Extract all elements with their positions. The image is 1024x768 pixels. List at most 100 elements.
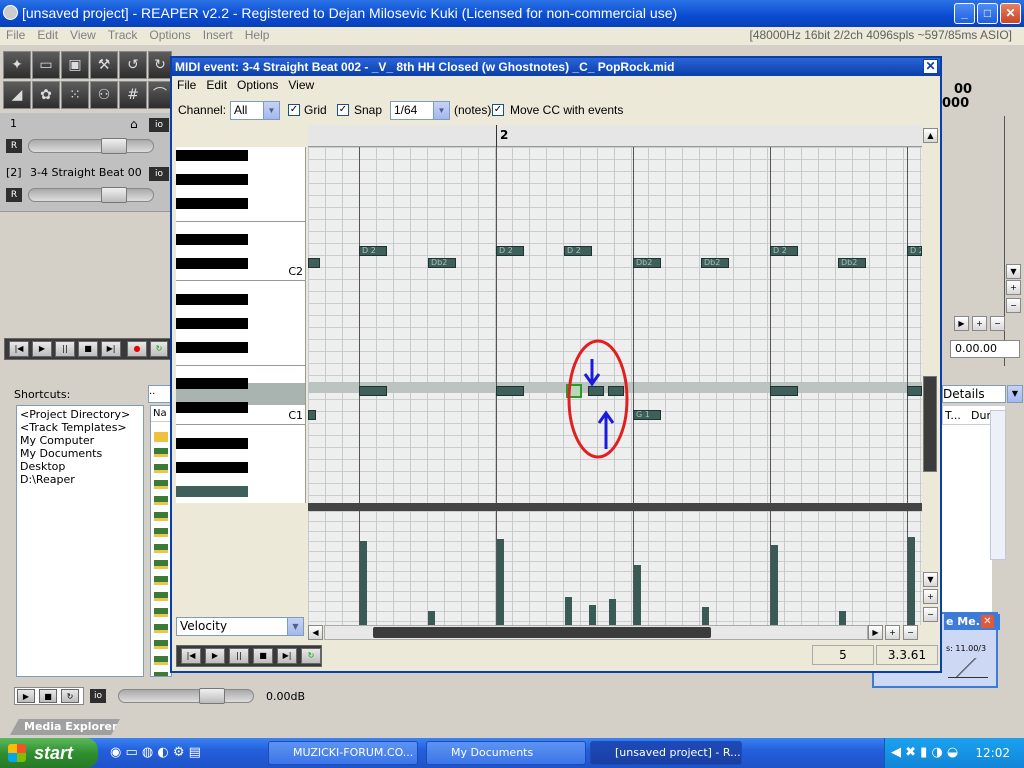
- view-mode-combo[interactable]: Details ▼: [942, 385, 1023, 403]
- black-key[interactable]: [176, 462, 248, 473]
- black-key[interactable]: [176, 258, 248, 269]
- velocity-bar[interactable]: [589, 605, 596, 625]
- snap-division-select[interactable]: 1/64 ▼: [390, 101, 450, 120]
- velocity-bar[interactable]: [609, 599, 616, 625]
- minimize-button[interactable]: _: [954, 3, 975, 24]
- slider-knob[interactable]: [101, 187, 127, 203]
- track-header-1[interactable]: 1 ⌂ io R: [0, 113, 172, 165]
- menu-options[interactable]: Options: [143, 27, 196, 44]
- menu-help[interactable]: Help: [239, 27, 276, 44]
- preview-play-button[interactable]: ▶: [17, 689, 35, 703]
- preview-volume-slider[interactable]: [118, 688, 254, 704]
- snap-icon[interactable]: ⌒: [148, 81, 172, 109]
- black-key[interactable]: [176, 402, 248, 413]
- midi-note[interactable]: Db2: [838, 258, 866, 268]
- close-button[interactable]: ✕: [1000, 3, 1021, 24]
- pause-button[interactable]: ||: [55, 341, 75, 357]
- chevron-down-icon[interactable]: ▼: [1007, 385, 1023, 403]
- midi-note[interactable]: [308, 410, 316, 420]
- midi-note[interactable]: D 2: [907, 246, 922, 256]
- close-icon[interactable]: ✕: [923, 59, 938, 74]
- new-project-icon[interactable]: ✦: [3, 51, 31, 79]
- black-key[interactable]: [176, 234, 248, 245]
- main-title-bar[interactable]: [unsaved project] - REAPER v2.2 - Regist…: [0, 0, 1024, 27]
- midi-menu-edit[interactable]: Edit: [201, 76, 232, 94]
- midi-note[interactable]: [770, 386, 798, 396]
- list-item[interactable]: <Project Directory>: [20, 408, 140, 421]
- scroll-right-button[interactable]: ▶: [954, 316, 969, 331]
- zoom-in-h-button[interactable]: +: [972, 316, 987, 331]
- scroll-down-button[interactable]: ▼: [1006, 264, 1021, 279]
- play-button[interactable]: ▶: [32, 341, 52, 357]
- midi-note[interactable]: [308, 258, 320, 268]
- menu-track[interactable]: Track: [102, 27, 144, 44]
- midi-note[interactable]: D 2: [770, 246, 798, 256]
- track-io-button[interactable]: io: [149, 118, 169, 132]
- clock[interactable]: 12:02: [975, 746, 1010, 760]
- close-icon[interactable]: ✕: [981, 615, 994, 628]
- preview-stop-button[interactable]: ■: [39, 689, 57, 703]
- midi-loop-button[interactable]: ↻: [301, 648, 321, 664]
- midi-note[interactable]: D 2: [564, 246, 592, 256]
- velocity-bar[interactable]: [428, 611, 435, 625]
- stop-button[interactable]: ■: [78, 341, 98, 357]
- snap-checkbox[interactable]: ✓: [337, 104, 349, 116]
- midi-note[interactable]: [496, 386, 524, 396]
- black-key[interactable]: [176, 318, 248, 329]
- active-key[interactable]: [176, 486, 248, 497]
- midi-menu-options[interactable]: Options: [232, 76, 283, 94]
- menu-insert[interactable]: Insert: [197, 27, 239, 44]
- midi-go-end-button[interactable]: ▶|: [277, 648, 297, 664]
- track-header-2[interactable]: [2] 3-4 Straight Beat 00 io R: [0, 160, 172, 212]
- channel-select[interactable]: All ▼: [230, 101, 280, 120]
- menu-file[interactable]: File: [0, 27, 31, 44]
- slider-knob[interactable]: [101, 138, 127, 154]
- velocity-bar[interactable]: [702, 607, 709, 625]
- velocity-bar[interactable]: [634, 565, 641, 625]
- list-item[interactable]: Desktop: [20, 460, 140, 473]
- lane-divider[interactable]: [308, 503, 922, 511]
- black-key[interactable]: [176, 342, 248, 353]
- column-type[interactable]: T...: [943, 409, 961, 422]
- task-my-documents[interactable]: My Documents: [426, 741, 586, 765]
- go-end-button[interactable]: ▶|: [101, 341, 121, 357]
- midi-note[interactable]: Db2: [633, 258, 661, 268]
- midi-pause-button[interactable]: ||: [229, 648, 249, 664]
- routing-icon[interactable]: ⚇: [90, 81, 118, 109]
- midi-stop-button[interactable]: ■: [253, 648, 273, 664]
- quicklaunch-icons[interactable]: ◉ ▭ ◍ ◐ ⚙ ▤: [110, 745, 201, 760]
- velocity-bar[interactable]: [908, 537, 915, 625]
- zoom-out-button[interactable]: −: [1006, 298, 1021, 313]
- menu-edit[interactable]: Edit: [31, 27, 64, 44]
- slider-knob[interactable]: [199, 688, 225, 704]
- open-folder-icon[interactable]: ▭: [32, 51, 60, 79]
- undo-icon[interactable]: ↺: [119, 51, 147, 79]
- record-arm-button[interactable]: R: [6, 188, 22, 202]
- velocity-bar[interactable]: [839, 611, 846, 625]
- lane-zoom-out-button[interactable]: −: [923, 607, 938, 622]
- velocity-bar[interactable]: [360, 541, 367, 625]
- scroll-left-button[interactable]: ◀: [308, 625, 323, 640]
- black-key[interactable]: [176, 198, 248, 209]
- black-key[interactable]: [176, 150, 248, 161]
- midi-note[interactable]: Db2: [428, 258, 456, 268]
- lane-zoom-in-button[interactable]: +: [923, 589, 938, 604]
- track-io-button[interactable]: io: [149, 167, 169, 181]
- chevron-down-icon[interactable]: ▼: [263, 102, 279, 119]
- midi-title-bar[interactable]: MIDI event: 3-4 Straight Beat 002 - _V_ …: [172, 58, 940, 76]
- h-zoom-in-button[interactable]: +: [885, 625, 900, 640]
- scroll-up-button[interactable]: ▲: [923, 128, 938, 143]
- velocity-bar[interactable]: [771, 545, 778, 625]
- velocity-lane[interactable]: [308, 511, 922, 625]
- black-key[interactable]: [176, 174, 248, 185]
- midi-go-start-button[interactable]: |◀: [181, 648, 201, 664]
- midi-editor-window[interactable]: MIDI event: 3-4 Straight Beat 002 - _V_ …: [170, 56, 942, 673]
- column-name[interactable]: Na: [151, 406, 171, 422]
- piano-keyboard[interactable]: C2 C1: [176, 147, 306, 503]
- loop-button[interactable]: ↻: [150, 341, 168, 357]
- zoom-out-h-button[interactable]: −: [990, 316, 1005, 331]
- black-key[interactable]: [176, 294, 248, 305]
- horizontal-scrollbar[interactable]: [324, 625, 868, 640]
- horizontal-scroll-thumb[interactable]: [373, 627, 711, 638]
- go-start-button[interactable]: |◀: [9, 341, 29, 357]
